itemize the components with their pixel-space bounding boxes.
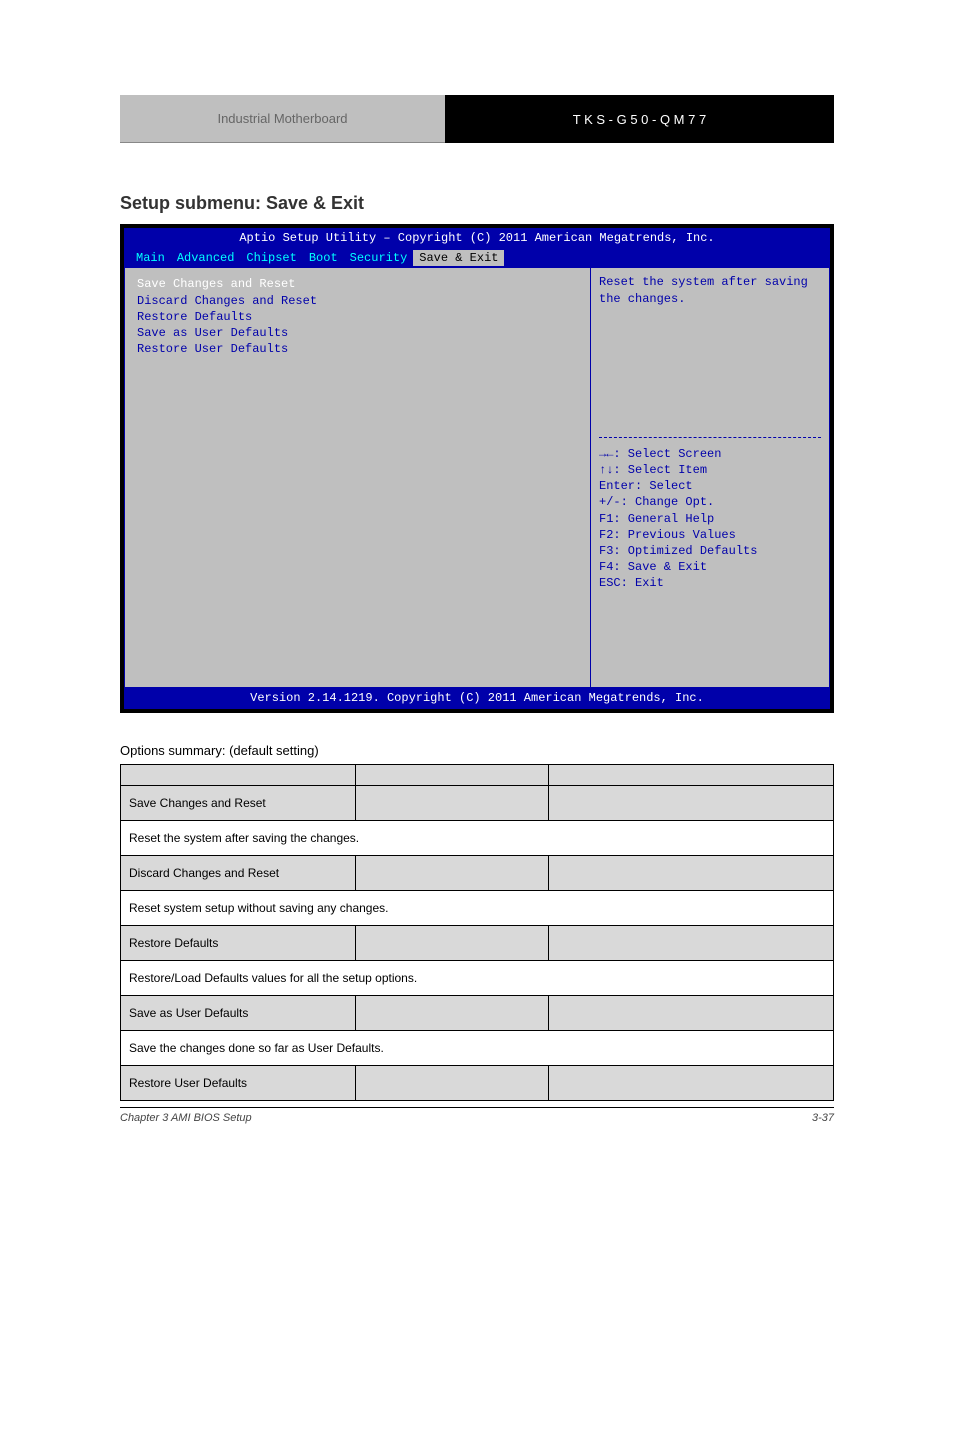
bios-key-esc: ESC: Exit [599,575,821,591]
bios-item-discard-changes-reset[interactable]: Discard Changes and Reset [137,293,578,309]
bios-item-restore-user-defaults[interactable]: Restore User Defaults [137,341,578,357]
bios-key-f2: F2: Previous Values [599,527,821,543]
option-cell [548,855,833,890]
bios-body: Save Changes and Reset Discard Changes a… [124,268,830,688]
bios-key-hints: →←: Select Screen ↑↓: Select Item Enter:… [599,446,821,592]
bios-item-save-changes-reset[interactable]: Save Changes and Reset [137,276,578,292]
bios-key-select-item: ↑↓: Select Item [599,462,821,478]
footer-page-number: 3-37 [812,1112,834,1124]
bios-menu-list: Save Changes and Reset Discard Changes a… [124,268,590,688]
table-row: Restore Defaults [121,925,834,960]
option-cell [356,995,549,1030]
page-header: Industrial Motherboard T K S - G 5 0 - Q… [120,95,834,143]
option-description-cell: Restore/Load Defaults values for all the… [121,960,834,995]
option-cell [548,1065,833,1100]
bios-tab-save-exit[interactable]: Save & Exit [413,250,504,266]
table-row: Save the changes done so far as User Def… [121,1030,834,1065]
option-name-cell: Discard Changes and Reset [121,855,356,890]
bios-key-f1: F1: General Help [599,511,821,527]
table-row: Restore User Defaults [121,1065,834,1100]
bios-menu-tabs: Main Advanced Chipset Boot Security Save… [124,248,830,268]
bios-item-save-user-defaults[interactable]: Save as User Defaults [137,325,578,341]
table-header-row [121,764,834,785]
bios-help-pane: Reset the system after saving the change… [590,268,830,688]
table-header-cell [121,764,356,785]
option-name-cell: Save as User Defaults [121,995,356,1030]
bios-tab-boot[interactable]: Boot [303,250,344,266]
bios-item-restore-defaults[interactable]: Restore Defaults [137,309,578,325]
footer-divider [120,1107,834,1108]
bios-key-f4: F4: Save & Exit [599,559,821,575]
bios-help-text: Reset the system after saving the change… [599,274,821,306]
option-description-cell: Reset system setup without saving any ch… [121,890,834,925]
option-cell [356,785,549,820]
bios-tab-advanced[interactable]: Advanced [171,250,241,266]
table-row: Discard Changes and Reset [121,855,834,890]
bios-tab-main[interactable]: Main [130,250,171,266]
page-footer: Chapter 3 AMI BIOS Setup 3-37 [120,1112,834,1124]
bios-window: Aptio Setup Utility – Copyright (C) 2011… [120,224,834,713]
table-row: Save as User Defaults [121,995,834,1030]
bios-tab-security[interactable]: Security [344,250,414,266]
table-row: Restore/Load Defaults values for all the… [121,960,834,995]
options-summary-label: Options summary: (default setting) [120,743,834,758]
bios-key-enter: Enter: Select [599,478,821,494]
table-row: Reset the system after saving the change… [121,820,834,855]
option-name-cell: Restore Defaults [121,925,356,960]
bios-key-change-opt: +/-: Change Opt. [599,494,821,510]
header-left: Industrial Motherboard [120,95,445,143]
option-cell [548,785,833,820]
option-description-cell: Save the changes done so far as User Def… [121,1030,834,1065]
option-cell [548,925,833,960]
table-header-cell [548,764,833,785]
option-name-cell: Restore User Defaults [121,1065,356,1100]
table-header-cell [356,764,549,785]
option-cell [356,1065,549,1100]
option-cell [356,855,549,890]
bios-tab-chipset[interactable]: Chipset [240,250,302,266]
bios-key-f3: F3: Optimized Defaults [599,543,821,559]
bios-title-bar: Aptio Setup Utility – Copyright (C) 2011… [124,228,830,248]
options-table: Save Changes and Reset Reset the system … [120,764,834,1101]
bios-key-select-screen: →←: Select Screen [599,446,821,462]
footer-chapter: Chapter 3 AMI BIOS Setup [120,1112,252,1124]
bios-footer: Version 2.14.1219. Copyright (C) 2011 Am… [124,688,830,708]
option-cell [356,925,549,960]
header-right: T K S - G 5 0 - Q M 7 7 [445,95,834,143]
section-title: Setup submenu: Save & Exit [120,193,834,214]
option-cell [548,995,833,1030]
table-row: Save Changes and Reset [121,785,834,820]
option-name-cell: Save Changes and Reset [121,785,356,820]
option-description-cell: Reset the system after saving the change… [121,820,834,855]
table-row: Reset system setup without saving any ch… [121,890,834,925]
bios-help-divider [599,437,821,438]
